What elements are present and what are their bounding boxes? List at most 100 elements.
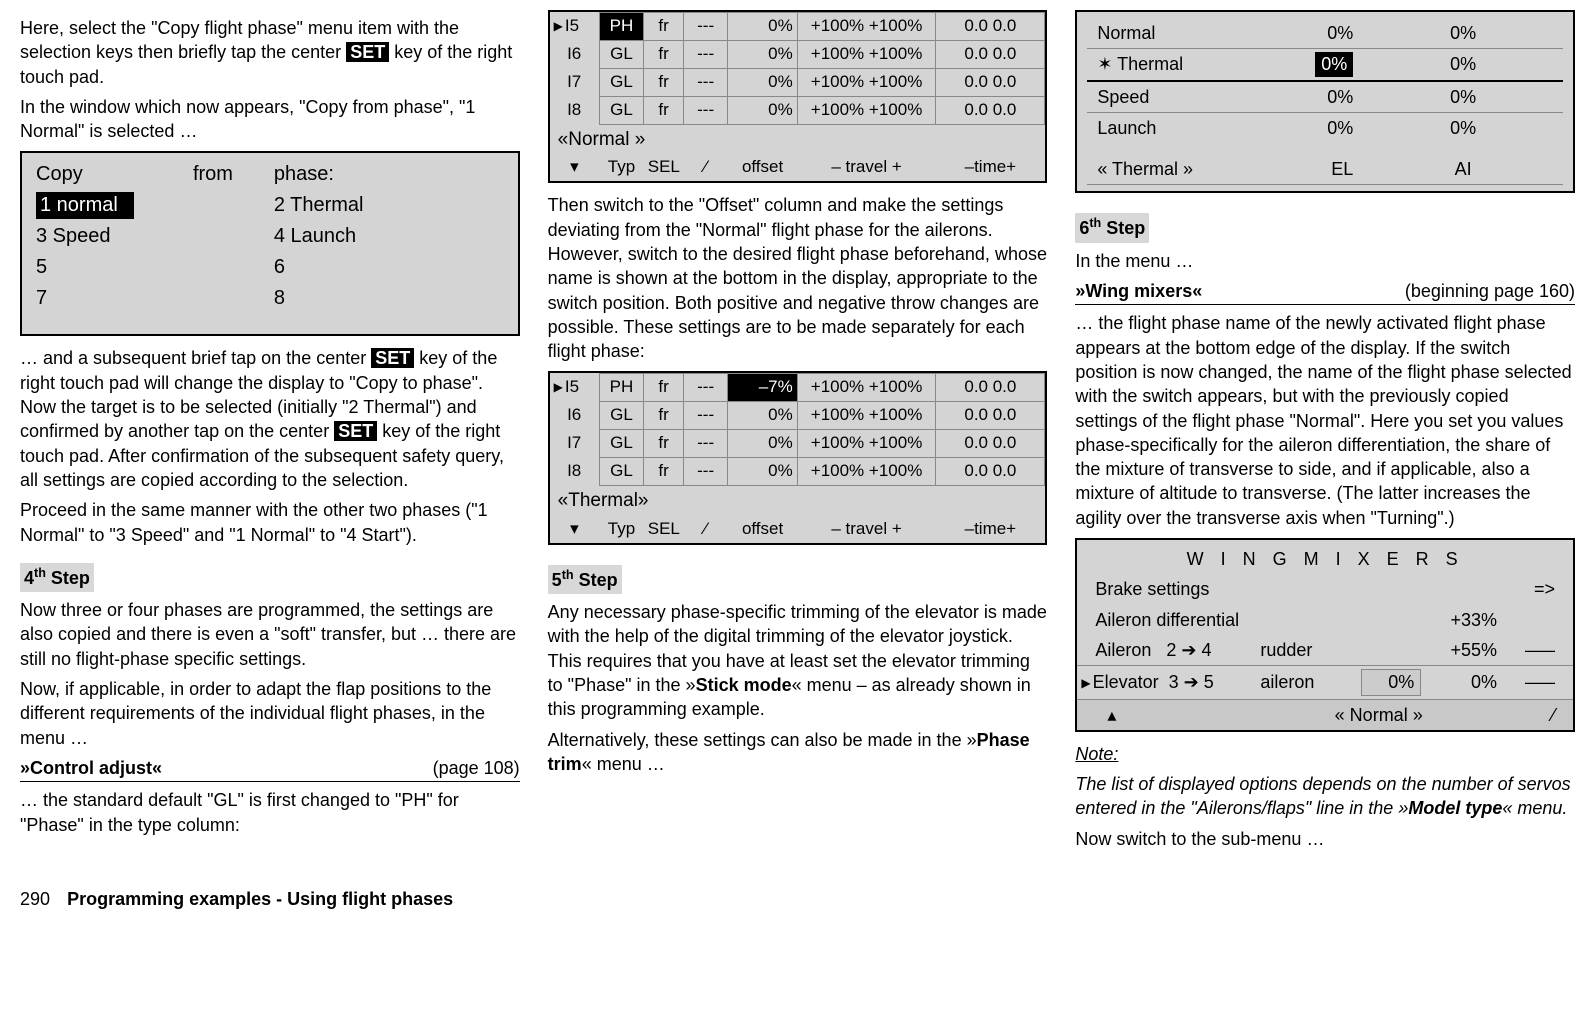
cell-offset[interactable]: 0% [728, 68, 797, 96]
cell-travel[interactable]: +100% +100% [797, 402, 936, 430]
text: … and a subsequent brief tap on the cent… [20, 348, 371, 368]
wing-row[interactable]: Aileron 2 ➔ 4 [1077, 635, 1252, 666]
copy-item[interactable]: 3 Speed [32, 221, 270, 252]
cell-travel[interactable]: +100% +100% [797, 68, 936, 96]
cell-sw[interactable]: --- [683, 458, 728, 486]
copy-item[interactable]: 2 Thermal [270, 190, 508, 221]
cell-offset[interactable]: 0% [728, 458, 797, 486]
pt-cell-selected[interactable]: 0% [1315, 52, 1353, 76]
cell-time[interactable]: 0.0 0.0 [936, 458, 1045, 486]
copy-item-selected[interactable]: 1 normal [36, 192, 134, 219]
pt-cell[interactable]: 0% [1363, 112, 1563, 143]
cell-typ[interactable]: GL [599, 96, 644, 124]
cell-sw[interactable]: --- [683, 374, 728, 402]
row-id[interactable]: I6 [550, 402, 600, 430]
cell-sw[interactable]: --- [683, 96, 728, 124]
cell-travel[interactable]: +100% +100% [797, 430, 936, 458]
nav-up-icon[interactable]: ▴ [1077, 699, 1252, 730]
cell-offset[interactable]: 0% [728, 402, 797, 430]
cell-travel[interactable]: +100% +100% [797, 374, 936, 402]
cell-sel[interactable]: fr [644, 96, 684, 124]
cell-typ[interactable]: GL [599, 40, 644, 68]
cell-time[interactable]: 0.0 0.0 [936, 96, 1045, 124]
row-id[interactable]: I8 [550, 458, 600, 486]
cell-offset[interactable]: –7% [728, 374, 797, 402]
pt-cell[interactable]: 0% [1278, 112, 1364, 143]
cell-travel[interactable]: +100% +100% [797, 96, 936, 124]
wing-switch[interactable]: ––– [1505, 666, 1573, 699]
cell-typ[interactable]: PH [599, 374, 644, 402]
cell-time[interactable]: 0.0 0.0 [936, 40, 1045, 68]
text: Now switch to the sub-menu … [1075, 827, 1575, 851]
pt-cell[interactable]: 0% [1363, 18, 1563, 49]
row-id[interactable]: I8 [550, 96, 600, 124]
cell-travel[interactable]: +100% +100% [797, 40, 936, 68]
pt-row-label[interactable]: Thermal [1087, 49, 1277, 81]
pt-cell[interactable]: 0% [1278, 18, 1364, 49]
wing-row-selected[interactable]: Elevator 3 ➔ 5 [1077, 666, 1252, 699]
row-id[interactable]: I7 [550, 68, 600, 96]
wing-value[interactable]: +55% [1429, 635, 1505, 666]
cell-sw[interactable]: --- [683, 40, 728, 68]
cell-typ[interactable]: GL [599, 430, 644, 458]
wing-row[interactable]: Aileron differential [1077, 605, 1429, 635]
text: Then switch to the "Offset" column and m… [548, 193, 1048, 363]
col-label: – travel + [797, 154, 936, 181]
wing-row[interactable]: Brake settings [1077, 574, 1429, 604]
pt-row-label[interactable]: Speed [1087, 81, 1277, 113]
wing-value-selected[interactable]: 0% [1361, 669, 1421, 695]
copy-item[interactable]: 7 [32, 283, 270, 314]
copy-item[interactable]: 5 [32, 252, 270, 283]
cell-time[interactable]: 0.0 0.0 [936, 402, 1045, 430]
cell-sw[interactable]: --- [683, 430, 728, 458]
cell-sel[interactable]: fr [644, 13, 684, 41]
cell-typ[interactable]: GL [599, 402, 644, 430]
submenu-icon[interactable]: => [1505, 574, 1573, 604]
cell-sw[interactable]: --- [683, 402, 728, 430]
copy-item[interactable]: 4 Launch [270, 221, 508, 252]
pt-row-label[interactable]: Normal [1087, 18, 1277, 49]
cell-sw[interactable]: --- [683, 13, 728, 41]
switch-icon: ⁄ [683, 154, 728, 181]
column-2: I5 PH fr --- 0% +100% +100% 0.0 0.0 I6 G… [548, 10, 1048, 857]
row-id[interactable]: I7 [550, 430, 600, 458]
copy-item[interactable]: 6 [270, 252, 508, 283]
cell-time[interactable]: 0.0 0.0 [936, 13, 1045, 41]
set-key-badge: SET [371, 348, 414, 368]
cell-travel[interactable]: +100% +100% [797, 13, 936, 41]
cell-sel[interactable]: fr [644, 374, 684, 402]
cell-sel[interactable]: fr [644, 430, 684, 458]
nav-down-icon[interactable]: ▾ [550, 154, 600, 181]
cell-sw[interactable]: --- [683, 68, 728, 96]
text: In the window which now appears, "Copy f… [20, 95, 520, 144]
row-id[interactable]: I5 [550, 374, 600, 402]
cell-offset[interactable]: 0% [728, 96, 797, 124]
cell-sel[interactable]: fr [644, 458, 684, 486]
note-heading: Note: [1075, 742, 1575, 766]
cell-sel[interactable]: fr [644, 68, 684, 96]
cell-offset[interactable]: 0% [728, 430, 797, 458]
row-id[interactable]: I6 [550, 40, 600, 68]
cell-typ[interactable]: PH [599, 13, 644, 41]
cell-typ[interactable]: GL [599, 458, 644, 486]
pt-cell[interactable]: 0% [1363, 81, 1563, 113]
wing-value[interactable]: 0% [1429, 666, 1505, 699]
cell-sel[interactable]: fr [644, 402, 684, 430]
pt-row-label[interactable]: Launch [1087, 112, 1277, 143]
row-id[interactable]: I5 [550, 13, 600, 41]
pt-cell[interactable]: 0% [1363, 49, 1563, 81]
cell-travel[interactable]: +100% +100% [797, 458, 936, 486]
col-label: EL [1278, 143, 1364, 185]
wing-switch[interactable]: ––– [1505, 635, 1573, 666]
wing-value[interactable]: +33% [1429, 605, 1505, 635]
pt-cell[interactable]: 0% [1278, 81, 1364, 113]
cell-time[interactable]: 0.0 0.0 [936, 68, 1045, 96]
cell-time[interactable]: 0.0 0.0 [936, 374, 1045, 402]
cell-offset[interactable]: 0% [728, 13, 797, 41]
cell-sel[interactable]: fr [644, 40, 684, 68]
cell-time[interactable]: 0.0 0.0 [936, 430, 1045, 458]
cell-offset[interactable]: 0% [728, 40, 797, 68]
cell-typ[interactable]: GL [599, 68, 644, 96]
copy-item[interactable]: 8 [270, 283, 508, 314]
nav-down-icon[interactable]: ▾ [550, 516, 600, 543]
